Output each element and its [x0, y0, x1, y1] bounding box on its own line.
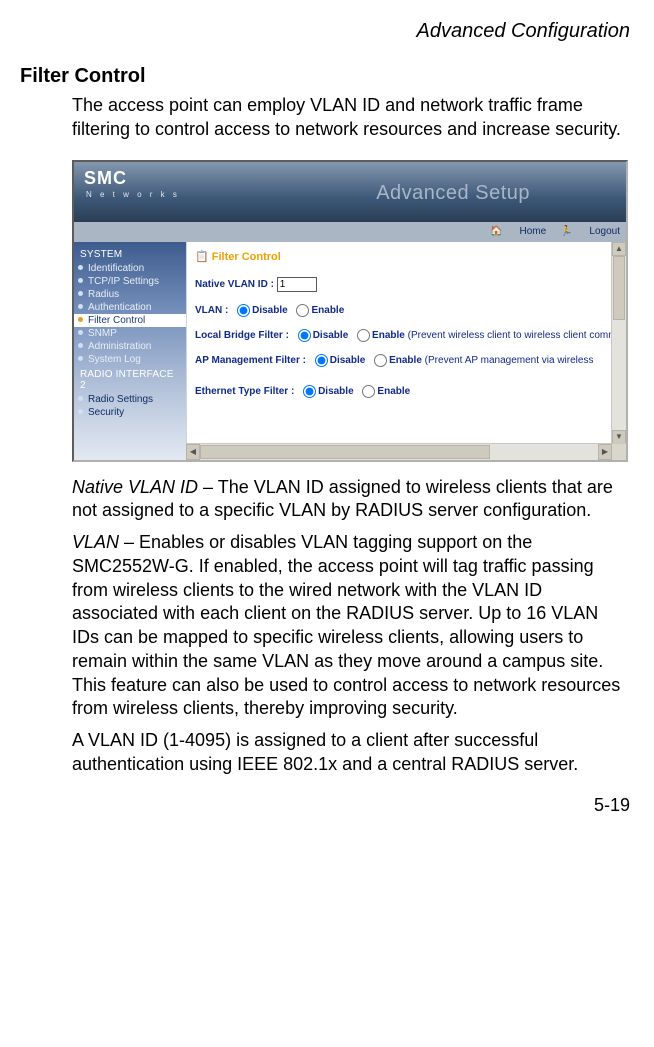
local-bridge-label: Local Bridge Filter :: [195, 330, 289, 341]
scroll-up-icon[interactable]: ▲: [612, 242, 626, 256]
bridge-note: (Prevent wireless client to wireless cli…: [408, 330, 626, 341]
content-title: 📋 Filter Control: [195, 250, 626, 263]
sidebar-item-administration[interactable]: Administration: [74, 340, 186, 353]
bullet-icon: [78, 409, 83, 414]
ap-disable-radio[interactable]: [315, 354, 328, 367]
vlan-enable-radio[interactable]: [296, 304, 309, 317]
content-panel: 📋 Filter Control Native VLAN ID : VLAN :…: [186, 242, 626, 460]
bullet-icon: [78, 356, 83, 361]
home-icon[interactable]: 🏠 Home: [490, 226, 546, 237]
scroll-left-icon[interactable]: ◀: [186, 444, 200, 460]
eth-enable-radio[interactable]: [362, 385, 375, 398]
ap-note: (Prevent AP management via wireless: [425, 355, 594, 366]
sidebar-item-authentication[interactable]: Authentication: [74, 301, 186, 314]
horizontal-scrollbar[interactable]: ◀ ▶: [186, 443, 626, 460]
screenshot-body: SYSTEM Identification TCP/IP Settings Ra…: [74, 242, 626, 460]
row-vlan: VLAN : Disable Enable: [195, 304, 626, 317]
sidebar-item-radio-settings[interactable]: Radio Settings: [74, 393, 186, 406]
ap-enable-radio[interactable]: [374, 354, 387, 367]
bullet-icon: [78, 330, 83, 335]
bridge-disable-radio[interactable]: [298, 329, 311, 342]
sidebar-item-system-log[interactable]: System Log: [74, 353, 186, 366]
sidebar-item-identification[interactable]: Identification: [74, 262, 186, 275]
vlan-label: VLAN :: [195, 305, 228, 316]
sidebar-item-filter-control[interactable]: Filter Control: [74, 314, 186, 327]
ap-mgmt-label: AP Management Filter :: [195, 355, 306, 366]
row-native-vlan: Native VLAN ID :: [195, 277, 626, 292]
bullet-icon: [78, 343, 83, 348]
smc-logo: SMC: [84, 168, 127, 189]
vertical-scrollbar[interactable]: ▲ ▼: [611, 242, 626, 444]
body-vlan: – Enables or disables VLAN tagging suppo…: [72, 532, 620, 718]
home-link[interactable]: Home: [519, 226, 546, 237]
section-title: Filter Control: [20, 65, 630, 88]
sidebar-group-system: SYSTEM: [74, 246, 186, 262]
screenshot-header: SMC N e t w o r k s Advanced Setup: [74, 162, 626, 222]
sidebar-item-radius[interactable]: Radius: [74, 288, 186, 301]
sidebar-item-tcpip[interactable]: TCP/IP Settings: [74, 275, 186, 288]
para-vlan: VLAN – Enables or disables VLAN tagging …: [72, 531, 630, 721]
smc-logo-sub: N e t w o r k s: [86, 190, 180, 199]
sidebar: SYSTEM Identification TCP/IP Settings Ra…: [74, 242, 186, 460]
scroll-thumb-h[interactable]: [200, 445, 490, 459]
scroll-right-icon[interactable]: ▶: [598, 444, 612, 460]
bullet-icon: [78, 278, 83, 283]
scroll-down-icon[interactable]: ▼: [612, 430, 626, 444]
term-vlan: VLAN: [72, 532, 119, 552]
bullet-icon: [78, 396, 83, 401]
eth-type-label: Ethernet Type Filter :: [195, 386, 294, 397]
eth-disable-radio[interactable]: [303, 385, 316, 398]
bullet-icon: [78, 304, 83, 309]
scroll-thumb[interactable]: [613, 256, 625, 320]
page-number: 5-19: [20, 795, 630, 816]
bridge-enable-radio[interactable]: [357, 329, 370, 342]
screenshot-topbar: 🏠 Home 🏃 Logout: [74, 222, 626, 242]
bullet-icon: [78, 317, 83, 322]
bullet-icon: [78, 265, 83, 270]
intro-paragraph: The access point can employ VLAN ID and …: [72, 94, 630, 142]
native-vlan-label: Native VLAN ID :: [195, 279, 274, 290]
sidebar-group-radio: RADIO INTERFACE 2: [74, 366, 186, 393]
para-vlan-id-range: A VLAN ID (1-4095) is assigned to a clie…: [72, 729, 630, 777]
bullet-icon: [78, 291, 83, 296]
vlan-disable-radio[interactable]: [237, 304, 250, 317]
advanced-setup-title: Advanced Setup: [376, 182, 530, 205]
sidebar-item-snmp[interactable]: SNMP: [74, 327, 186, 340]
row-local-bridge: Local Bridge Filter : Disable Enable (Pr…: [195, 329, 626, 342]
scroll-corner: [612, 444, 626, 460]
sidebar-item-security[interactable]: Security: [74, 406, 186, 419]
running-head: Advanced Configuration: [20, 20, 630, 43]
logout-link[interactable]: Logout: [589, 226, 620, 237]
term-native-vlan: Native VLAN ID: [72, 477, 198, 497]
row-eth-type: Ethernet Type Filter : Disable Enable: [195, 385, 626, 398]
para-native-vlan: Native VLAN ID – The VLAN ID assigned to…: [72, 476, 630, 524]
embedded-screenshot: SMC N e t w o r k s Advanced Setup 🏠 Hom…: [72, 160, 628, 462]
row-ap-mgmt: AP Management Filter : Disable Enable (P…: [195, 354, 626, 367]
native-vlan-input[interactable]: [277, 277, 317, 292]
logout-icon[interactable]: 🏃 Logout: [560, 226, 620, 237]
